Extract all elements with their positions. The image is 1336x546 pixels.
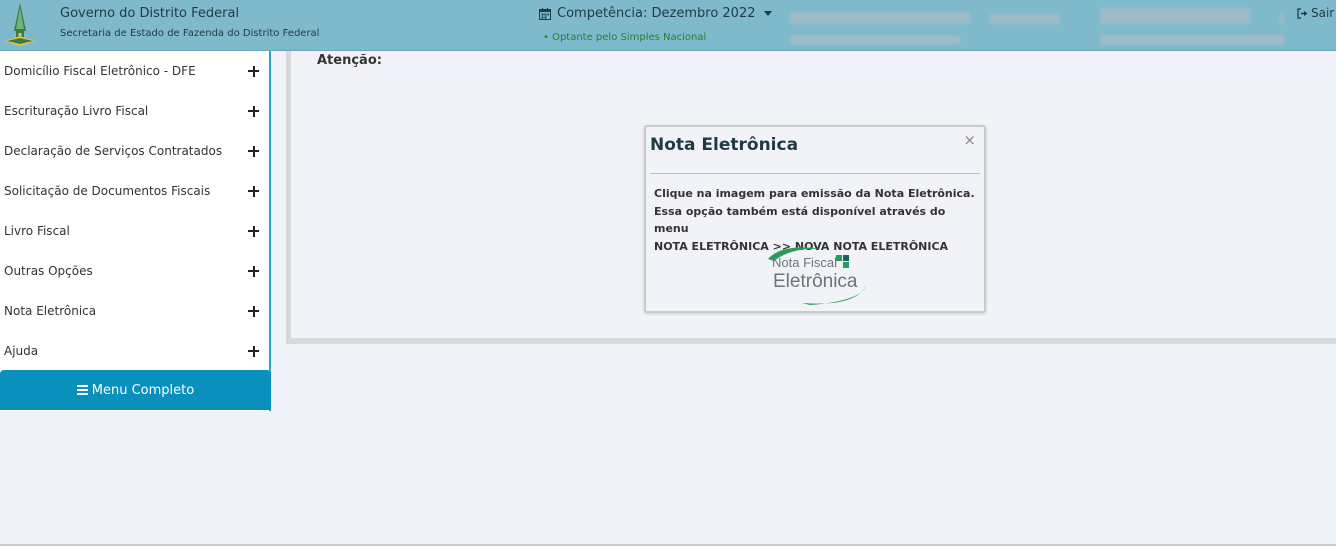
menu-completo-button[interactable]: Menu Completo — [0, 370, 271, 410]
plus-icon — [248, 225, 259, 237]
logo-text-line1: Nota Fiscal — [772, 255, 837, 270]
redacted-company-detail — [1100, 35, 1285, 45]
sidebar-item-label: Solicitação de Documentos Fiscais — [4, 184, 211, 198]
nota-fiscal-eletronica-logo[interactable]: Nota Fiscal Eletrônica — [762, 245, 872, 307]
plus-icon — [248, 185, 259, 197]
sidebar-item-label: Ajuda — [4, 344, 39, 358]
sidebar-item-label: Escrituração Livro Fiscal — [4, 104, 149, 118]
competencia-dropdown[interactable]: Competência: Dezembro 2022 — [539, 6, 772, 21]
sidebar-item-label: Domicílio Fiscal Eletrônico - DFE — [4, 64, 196, 78]
logout-label: Sair — [1311, 6, 1335, 20]
modal-divider — [650, 173, 980, 174]
sidebar-item-escrituracao[interactable]: Escrituração Livro Fiscal — [0, 91, 269, 131]
nota-eletronica-modal: Nota Eletrônica × Clique na imagem para … — [644, 125, 986, 313]
sidebar-item-nota-eletronica[interactable]: Nota Eletrônica — [0, 291, 269, 331]
sidebar-item-solicitacao-documentos[interactable]: Solicitação de Documentos Fiscais — [0, 171, 269, 211]
sidebar-item-label: Declaração de Serviços Contratados — [4, 144, 223, 158]
plus-icon — [248, 145, 259, 157]
gdf-coat-of-arms-icon — [5, 3, 35, 46]
menu-completo-label: Menu Completo — [91, 382, 195, 398]
sidebar-item-label: Livro Fiscal — [4, 224, 70, 238]
simples-status: • Optante pelo Simples Nacional — [543, 32, 707, 43]
gov-title: Governo do Distrito Federal — [60, 6, 240, 21]
chevron-down-icon — [763, 11, 772, 16]
sidebar-item-label: Nota Eletrônica — [4, 304, 97, 318]
redacted-company-name — [1100, 8, 1250, 24]
redacted-user-detail — [790, 35, 960, 45]
sidebar-item-label: Outras Opções — [4, 264, 93, 278]
modal-body-line: Clique na imagem para emissão da Nota El… — [654, 187, 975, 200]
gov-subtitle: Secretaria de Estado de Fazenda do Distr… — [60, 28, 320, 39]
sidebar-item-ajuda[interactable]: Ajuda — [0, 331, 269, 371]
plus-icon — [248, 265, 259, 277]
plus-icon — [248, 305, 259, 317]
redacted-user-id — [990, 14, 1060, 24]
sidebar-item-livro-fiscal[interactable]: Livro Fiscal — [0, 211, 269, 251]
plus-icon — [248, 345, 259, 357]
plus-icon — [248, 65, 259, 77]
sidebar-item-declaracao-servicos[interactable]: Declaração de Serviços Contratados — [0, 131, 269, 171]
sign-out-icon — [1297, 7, 1308, 19]
close-icon[interactable]: × — [963, 133, 976, 148]
modal-body-line: Essa opção também está disponível atravé… — [654, 204, 946, 236]
sidebar-menu: Domicílio Fiscal Eletrônico - DFE Escrit… — [0, 51, 271, 411]
redacted-extra — [1280, 14, 1284, 24]
calendar-icon — [539, 7, 551, 20]
redacted-user-name — [790, 12, 970, 24]
top-header: Governo do Distrito Federal Secretaria d… — [0, 0, 1336, 51]
atencao-heading: Atenção: — [317, 53, 382, 68]
plus-icon — [248, 105, 259, 117]
hamburger-icon — [76, 385, 88, 395]
sidebar-item-dfe[interactable]: Domicílio Fiscal Eletrônico - DFE — [0, 51, 269, 91]
modal-title: Nota Eletrônica — [650, 135, 799, 155]
logout-button[interactable]: Sair — [1297, 6, 1334, 20]
sidebar-item-outras-opcoes[interactable]: Outras Opções — [0, 251, 269, 291]
competencia-label: Competência: Dezembro 2022 — [557, 6, 756, 21]
logo-text-line2: Eletrônica — [773, 271, 858, 292]
